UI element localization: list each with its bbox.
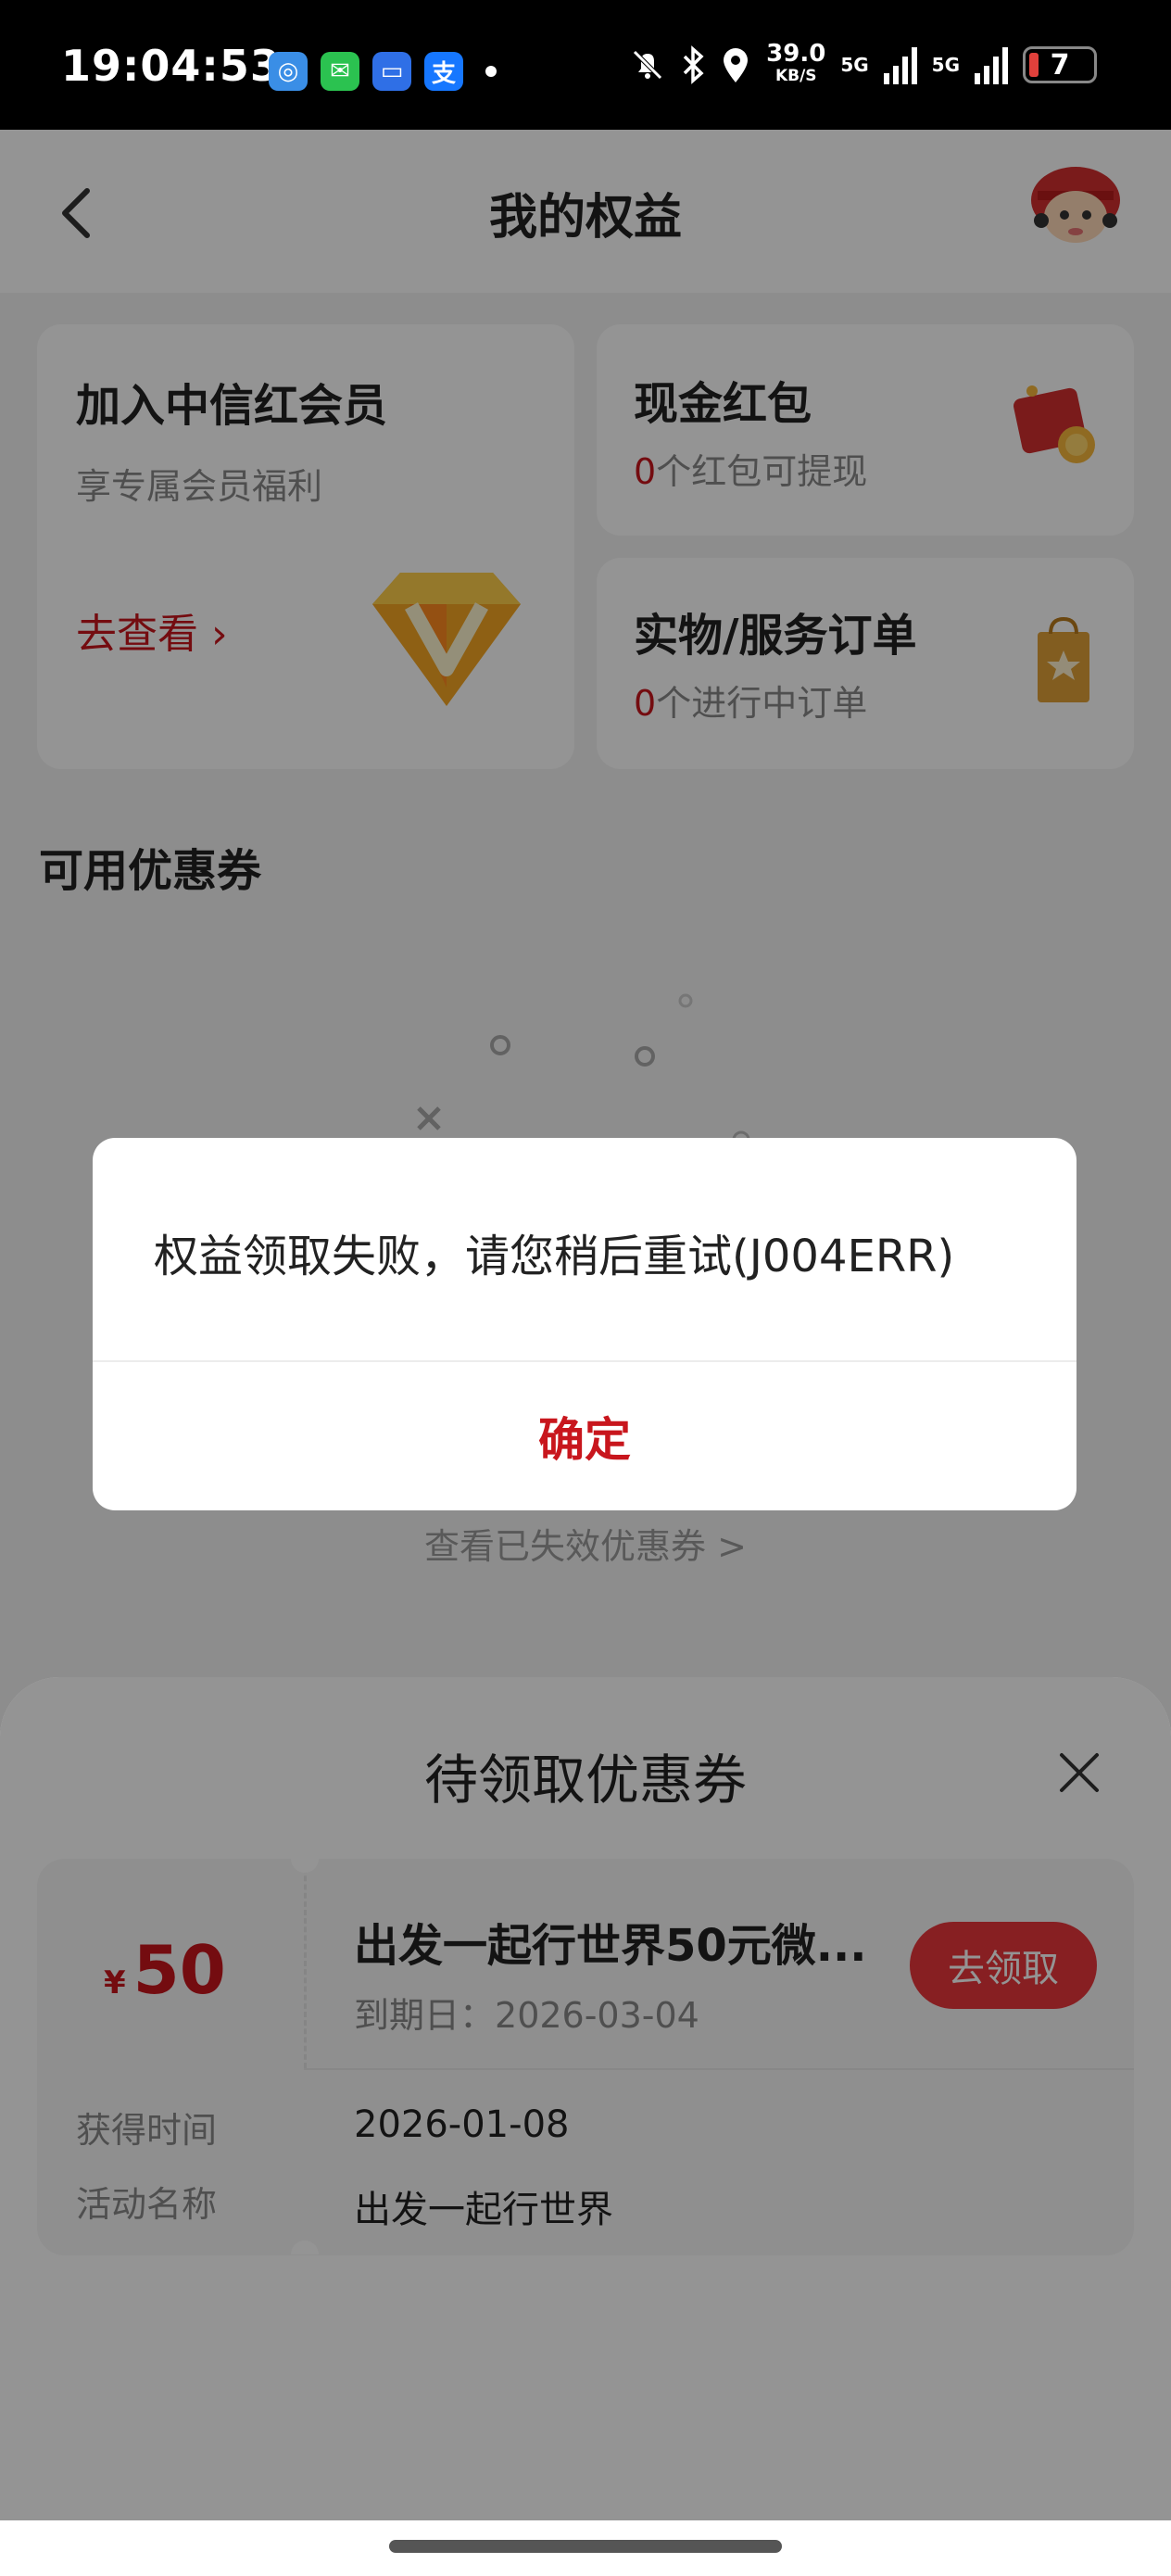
status-right: 39.0 KB/S 5G 5G 7 [629,40,1097,87]
network-type-2: 5G [931,54,960,76]
network-speed-value: 39.0 [766,40,826,68]
sheet-dim [0,1677,1171,2520]
status-app-icons: ◎ ✉ ▭ 支 [269,52,497,91]
mute-bell-icon [633,50,662,80]
network-type-1: 5G [840,54,869,76]
signal-icon-2 [975,45,1008,84]
status-time: 19:04:53 [61,41,281,91]
dialog-message: 权益领取失败，请您稍后重试(J004ERR) [154,1231,955,1282]
alipay-icon: 支 [424,52,463,91]
pending-coupons-sheet: 待领取优惠券 ¥50 出发一起行世界50元微... 到期日：2026-03-04… [0,1677,1171,2520]
dialog-confirm-button[interactable]: 确定 [93,1362,1077,1510]
browser-icon: ◎ [269,52,308,91]
status-bar: 19:04:53 ◎ ✉ ▭ 支 39.0 KB/S 5G 5G 7 [0,0,1171,130]
error-dialog: 权益领取失败，请您稍后重试(J004ERR) 确定 [93,1138,1077,1510]
notification-dot-icon [485,66,497,77]
network-speed: 39.0 KB/S [766,40,826,87]
signal-icon [883,45,917,84]
battery-level: 7 [1050,48,1070,82]
files-icon: ▭ [372,52,411,91]
network-speed-unit: KB/S [774,67,817,85]
wechat-icon: ✉ [321,52,359,91]
home-indicator[interactable] [389,2540,782,2553]
battery-icon: 7 [1023,46,1097,83]
location-icon [724,48,749,82]
bluetooth-icon [683,45,704,84]
